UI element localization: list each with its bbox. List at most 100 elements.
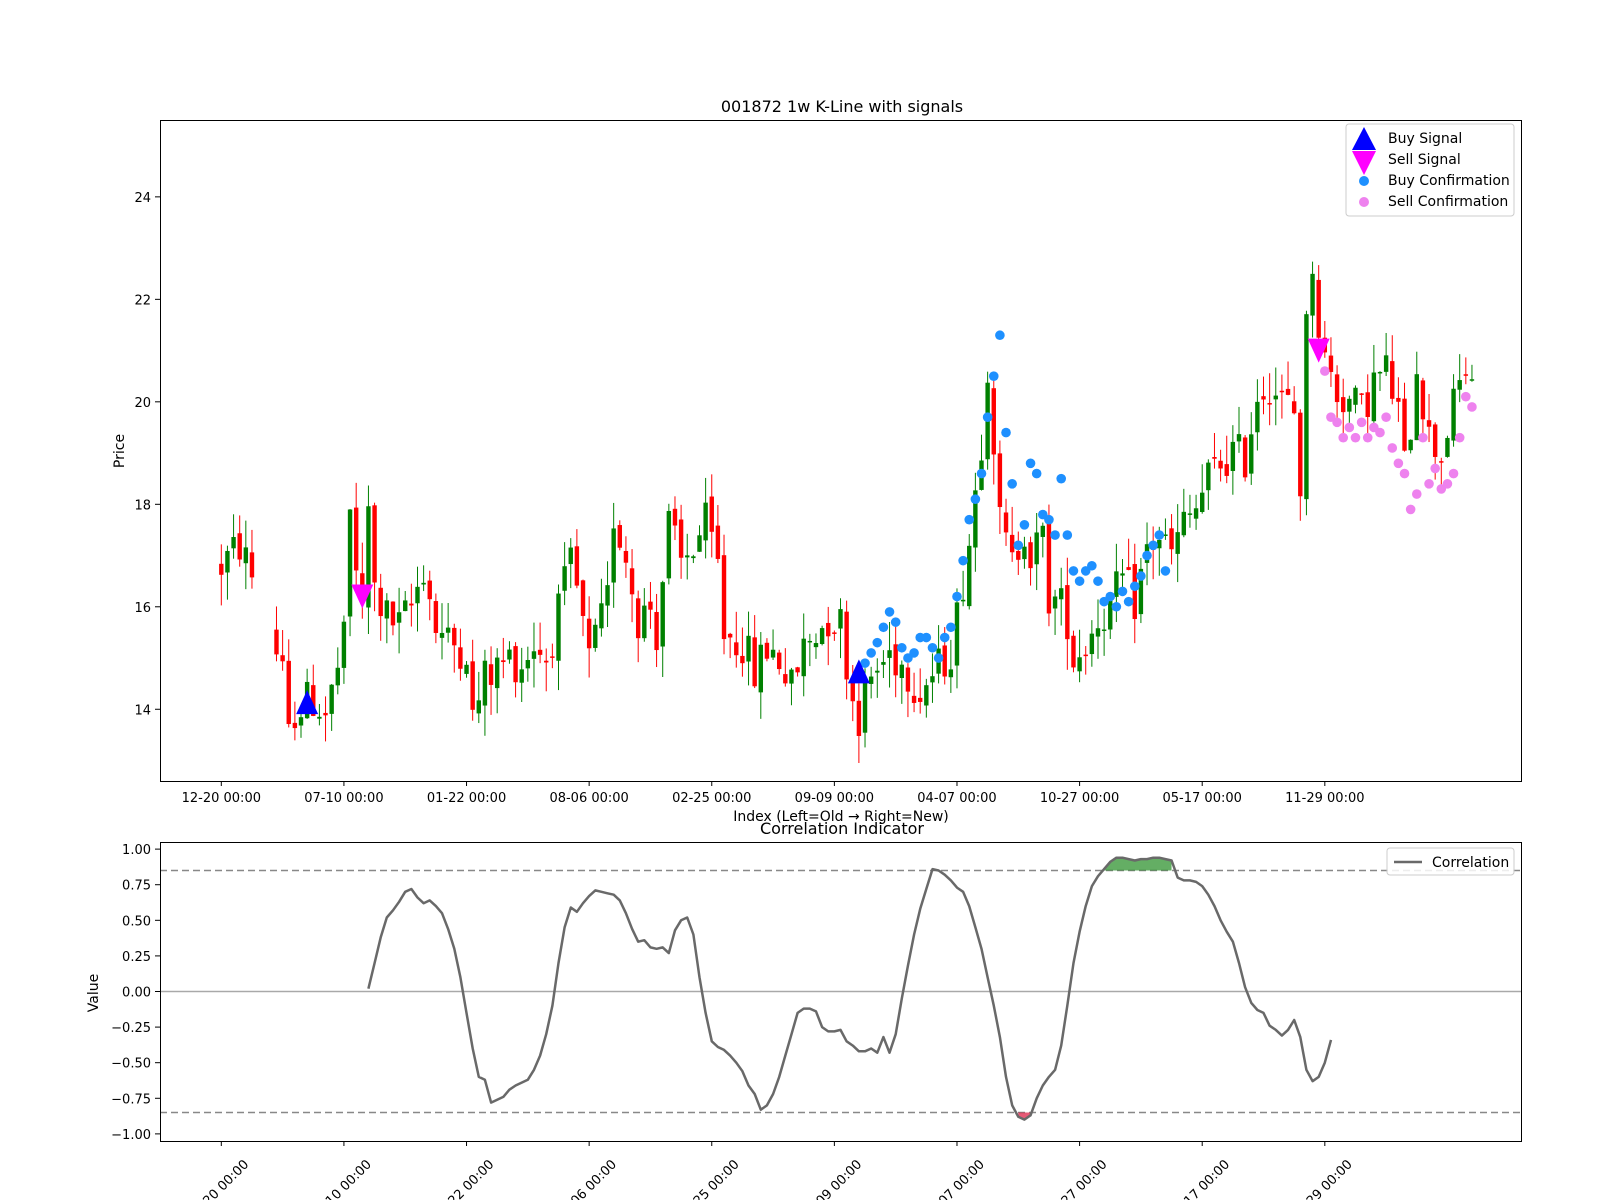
price-xtick-label: 07-10 00:00: [304, 791, 383, 806]
sell-confirmation-point: [1375, 427, 1385, 438]
candle-body: [1291, 401, 1297, 414]
candle-body: [403, 600, 408, 612]
candle-body: [819, 628, 825, 645]
candle-body: [1169, 528, 1174, 550]
candle-body: [967, 545, 972, 607]
buy-confirmation-point: [1142, 550, 1152, 561]
signal-markers: [296, 338, 1330, 715]
sell-confirmation-point: [1411, 489, 1422, 499]
candle-body: [1255, 401, 1260, 433]
candle-body: [1365, 392, 1370, 417]
candle-body: [783, 674, 788, 684]
candle-body: [881, 662, 886, 665]
candle-body: [1009, 534, 1015, 553]
legend-buy-signal-label: Buy Signal: [1388, 131, 1462, 147]
price-ytick-label: 24: [134, 191, 151, 206]
candle-body: [1304, 314, 1309, 500]
buy-confirmation-point: [946, 622, 956, 633]
candle-body: [476, 700, 481, 714]
buy-confirmation-point: [1025, 458, 1036, 469]
candle-body: [942, 645, 947, 677]
buy-confirmation-point: [866, 648, 876, 658]
candle-body: [329, 684, 334, 714]
price-xtick-label: 05-17 00:00: [1163, 791, 1242, 806]
buy-confirmation-point: [1129, 581, 1140, 592]
candle-body: [482, 660, 488, 706]
candle-body: [856, 700, 862, 736]
candle-body: [586, 618, 592, 649]
correlation-xtick-label: 11-29 00:00: [1289, 1157, 1356, 1200]
candle-body: [409, 603, 414, 606]
buy-confirmation-point: [1019, 519, 1030, 530]
candle-body: [519, 669, 524, 683]
candle-body: [1206, 462, 1211, 491]
candle-body: [1341, 397, 1346, 413]
sell-confirmation-point: [1461, 391, 1471, 402]
candle-body: [905, 667, 911, 692]
candle-body: [832, 632, 837, 634]
candle-body: [1377, 371, 1383, 374]
candle-body: [605, 585, 610, 606]
price-xtick-label: 08-06 00:00: [549, 791, 628, 806]
candle-body: [764, 642, 770, 659]
candle-body: [660, 582, 665, 647]
buy-confirmation-point: [1050, 530, 1060, 540]
candle-body: [568, 547, 573, 565]
buy-confirmation-point: [1136, 571, 1146, 581]
candle-body: [678, 519, 684, 558]
correlation-xtick-label: 09-09 00:00: [798, 1157, 865, 1200]
candle-body: [1003, 512, 1009, 533]
candle-body: [1353, 387, 1358, 405]
candle-body: [1200, 492, 1205, 512]
buy-confirmation-point: [970, 494, 981, 504]
candle-body: [1426, 420, 1432, 427]
candle-body: [574, 546, 580, 586]
candle-body: [1267, 403, 1272, 405]
candle-body: [335, 667, 340, 686]
correlation-ytick-label: −0.75: [111, 1092, 151, 1107]
candle-body: [1347, 398, 1352, 412]
candle-body: [948, 669, 954, 678]
candle-body: [911, 695, 917, 703]
candle-body: [280, 655, 285, 662]
correlation-xtick-label: 02-25 00:00: [676, 1157, 743, 1200]
candle-body: [1285, 388, 1291, 395]
candle-body: [666, 510, 672, 579]
candle-body: [1420, 380, 1426, 420]
price-xtick-label: 10-27 00:00: [1040, 791, 1119, 806]
legend-correlation-label: Correlation: [1432, 855, 1509, 871]
candle-body: [347, 509, 353, 617]
correlation-ytick-label: 0.00: [122, 986, 151, 1001]
candle-body: [776, 652, 782, 670]
buy-confirmation-point: [884, 607, 895, 617]
candle-body: [599, 603, 604, 629]
candle-body: [1463, 374, 1469, 376]
sell-confirmation-point: [1356, 417, 1367, 428]
candle-body: [685, 555, 690, 558]
candle-body: [225, 550, 230, 573]
candle-body: [960, 599, 966, 602]
candle-body: [1058, 588, 1064, 600]
legend-buy-confirmation-marker: [1359, 176, 1369, 186]
candle-body: [1114, 571, 1119, 597]
candle-body: [1028, 542, 1033, 569]
candle-body: [703, 502, 708, 541]
correlation-ytick-label: 0.50: [122, 914, 151, 929]
candle-body: [378, 587, 383, 617]
buy-confirmation-point: [958, 555, 968, 566]
buy-confirmation-point: [909, 648, 919, 658]
correlation-chart: Correlation Indicator 1.00 0.75 0.50 0.25 0.…: [86, 819, 1522, 1200]
sell-confirmation-point: [1405, 504, 1416, 515]
candle-body: [1132, 564, 1137, 620]
candle-body: [899, 664, 905, 679]
candle-body: [470, 661, 475, 710]
buy-confirmation-point: [1074, 576, 1085, 586]
candle-body: [298, 717, 304, 726]
candle-body: [691, 556, 696, 559]
candle-body: [844, 611, 849, 680]
correlation-ytick-label: 1.00: [122, 843, 151, 858]
candle-body: [219, 563, 224, 575]
sell-confirmation-point: [1387, 443, 1398, 453]
sell-confirmation-point: [1442, 479, 1453, 489]
candle-body: [1236, 434, 1242, 442]
